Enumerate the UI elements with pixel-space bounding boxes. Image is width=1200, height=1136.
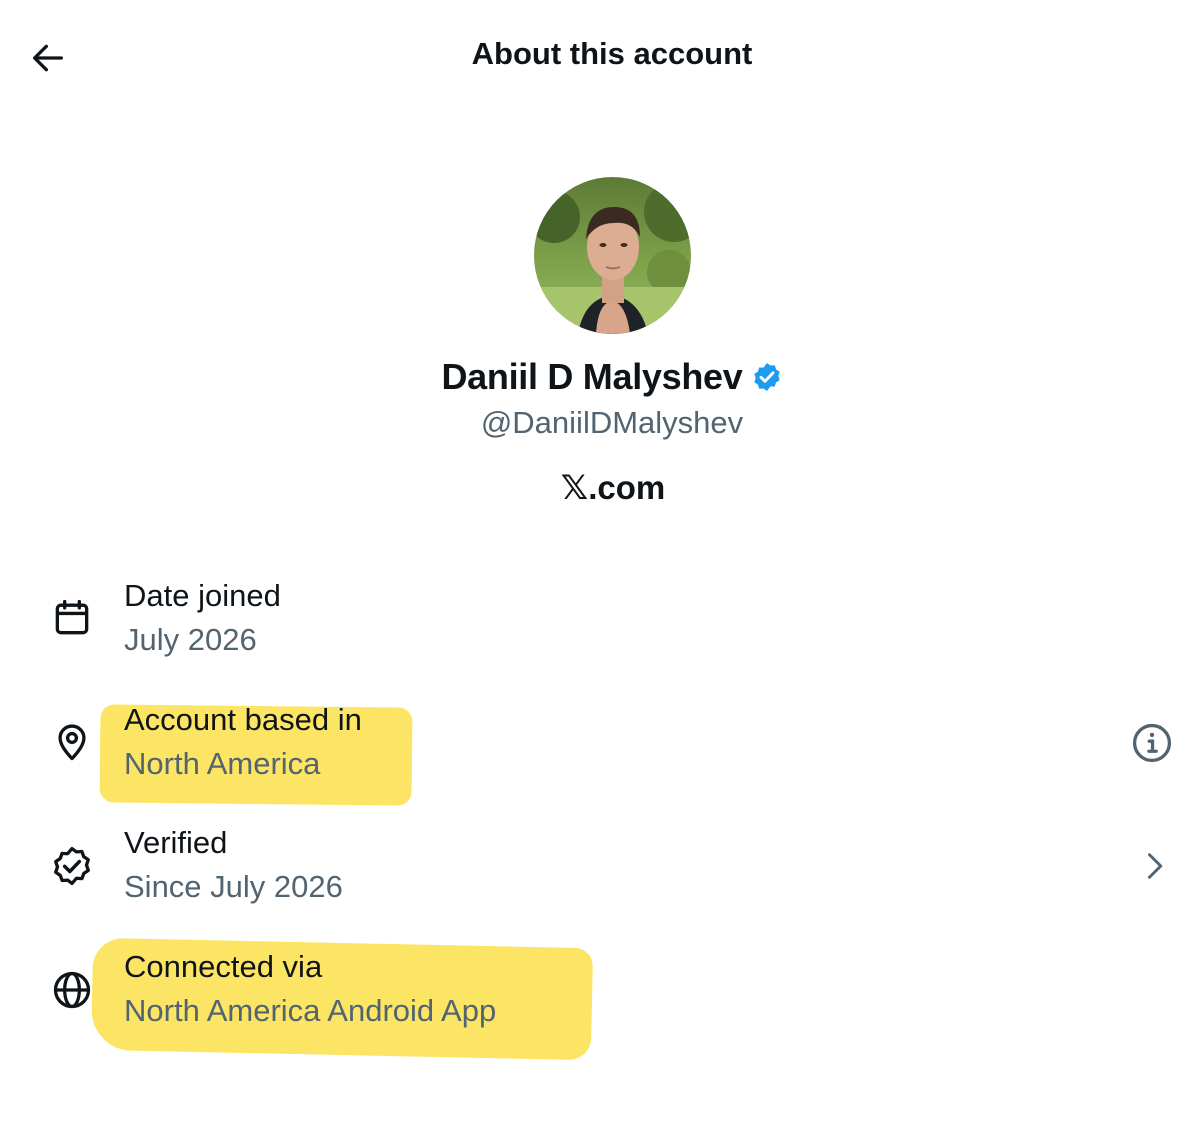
about-account-page: About this account Daniil D Malyshev @Da… <box>0 0 1200 1136</box>
connected-via-row: Connected via North America Android App <box>0 949 1200 1049</box>
info-icon <box>1132 723 1172 763</box>
verified-badge-icon[interactable] <box>751 361 783 393</box>
verified-check-icon <box>54 846 90 886</box>
info-button[interactable] <box>1128 719 1176 767</box>
row-value: North America <box>124 746 321 781</box>
row-title: Verified <box>124 825 228 860</box>
user-handle: @DaniilDMalyshev <box>480 405 744 440</box>
x-logo: 𝕏 <box>560 469 589 507</box>
row-value: Since July 2026 <box>124 869 343 904</box>
profile-photo <box>534 177 691 334</box>
display-name: Daniil D Malyshev <box>441 356 743 397</box>
page-title: About this account <box>471 36 753 71</box>
row-value: North America Android App <box>124 993 497 1028</box>
source-site: 𝕏.com <box>0 468 1200 508</box>
row-title: Date joined <box>124 578 281 613</box>
display-name-row: Daniil D Malyshev <box>0 356 1200 398</box>
verified-details-button[interactable] <box>1130 842 1178 890</box>
calendar-icon <box>55 599 89 635</box>
row-value: July 2026 <box>124 622 257 657</box>
source-site-suffix: .com <box>588 469 666 506</box>
verified-row[interactable]: Verified Since July 2026 <box>0 825 1200 925</box>
chevron-right-icon <box>1148 853 1163 879</box>
globe-icon <box>53 971 91 1009</box>
avatar[interactable] <box>534 177 691 334</box>
account-based-in-row[interactable]: Account based in North America <box>0 702 1200 802</box>
date-joined-row: Date joined July 2026 <box>0 578 1200 678</box>
row-title: Connected via <box>124 949 323 984</box>
row-title: Account based in <box>124 702 362 737</box>
location-pin-icon <box>58 724 86 761</box>
